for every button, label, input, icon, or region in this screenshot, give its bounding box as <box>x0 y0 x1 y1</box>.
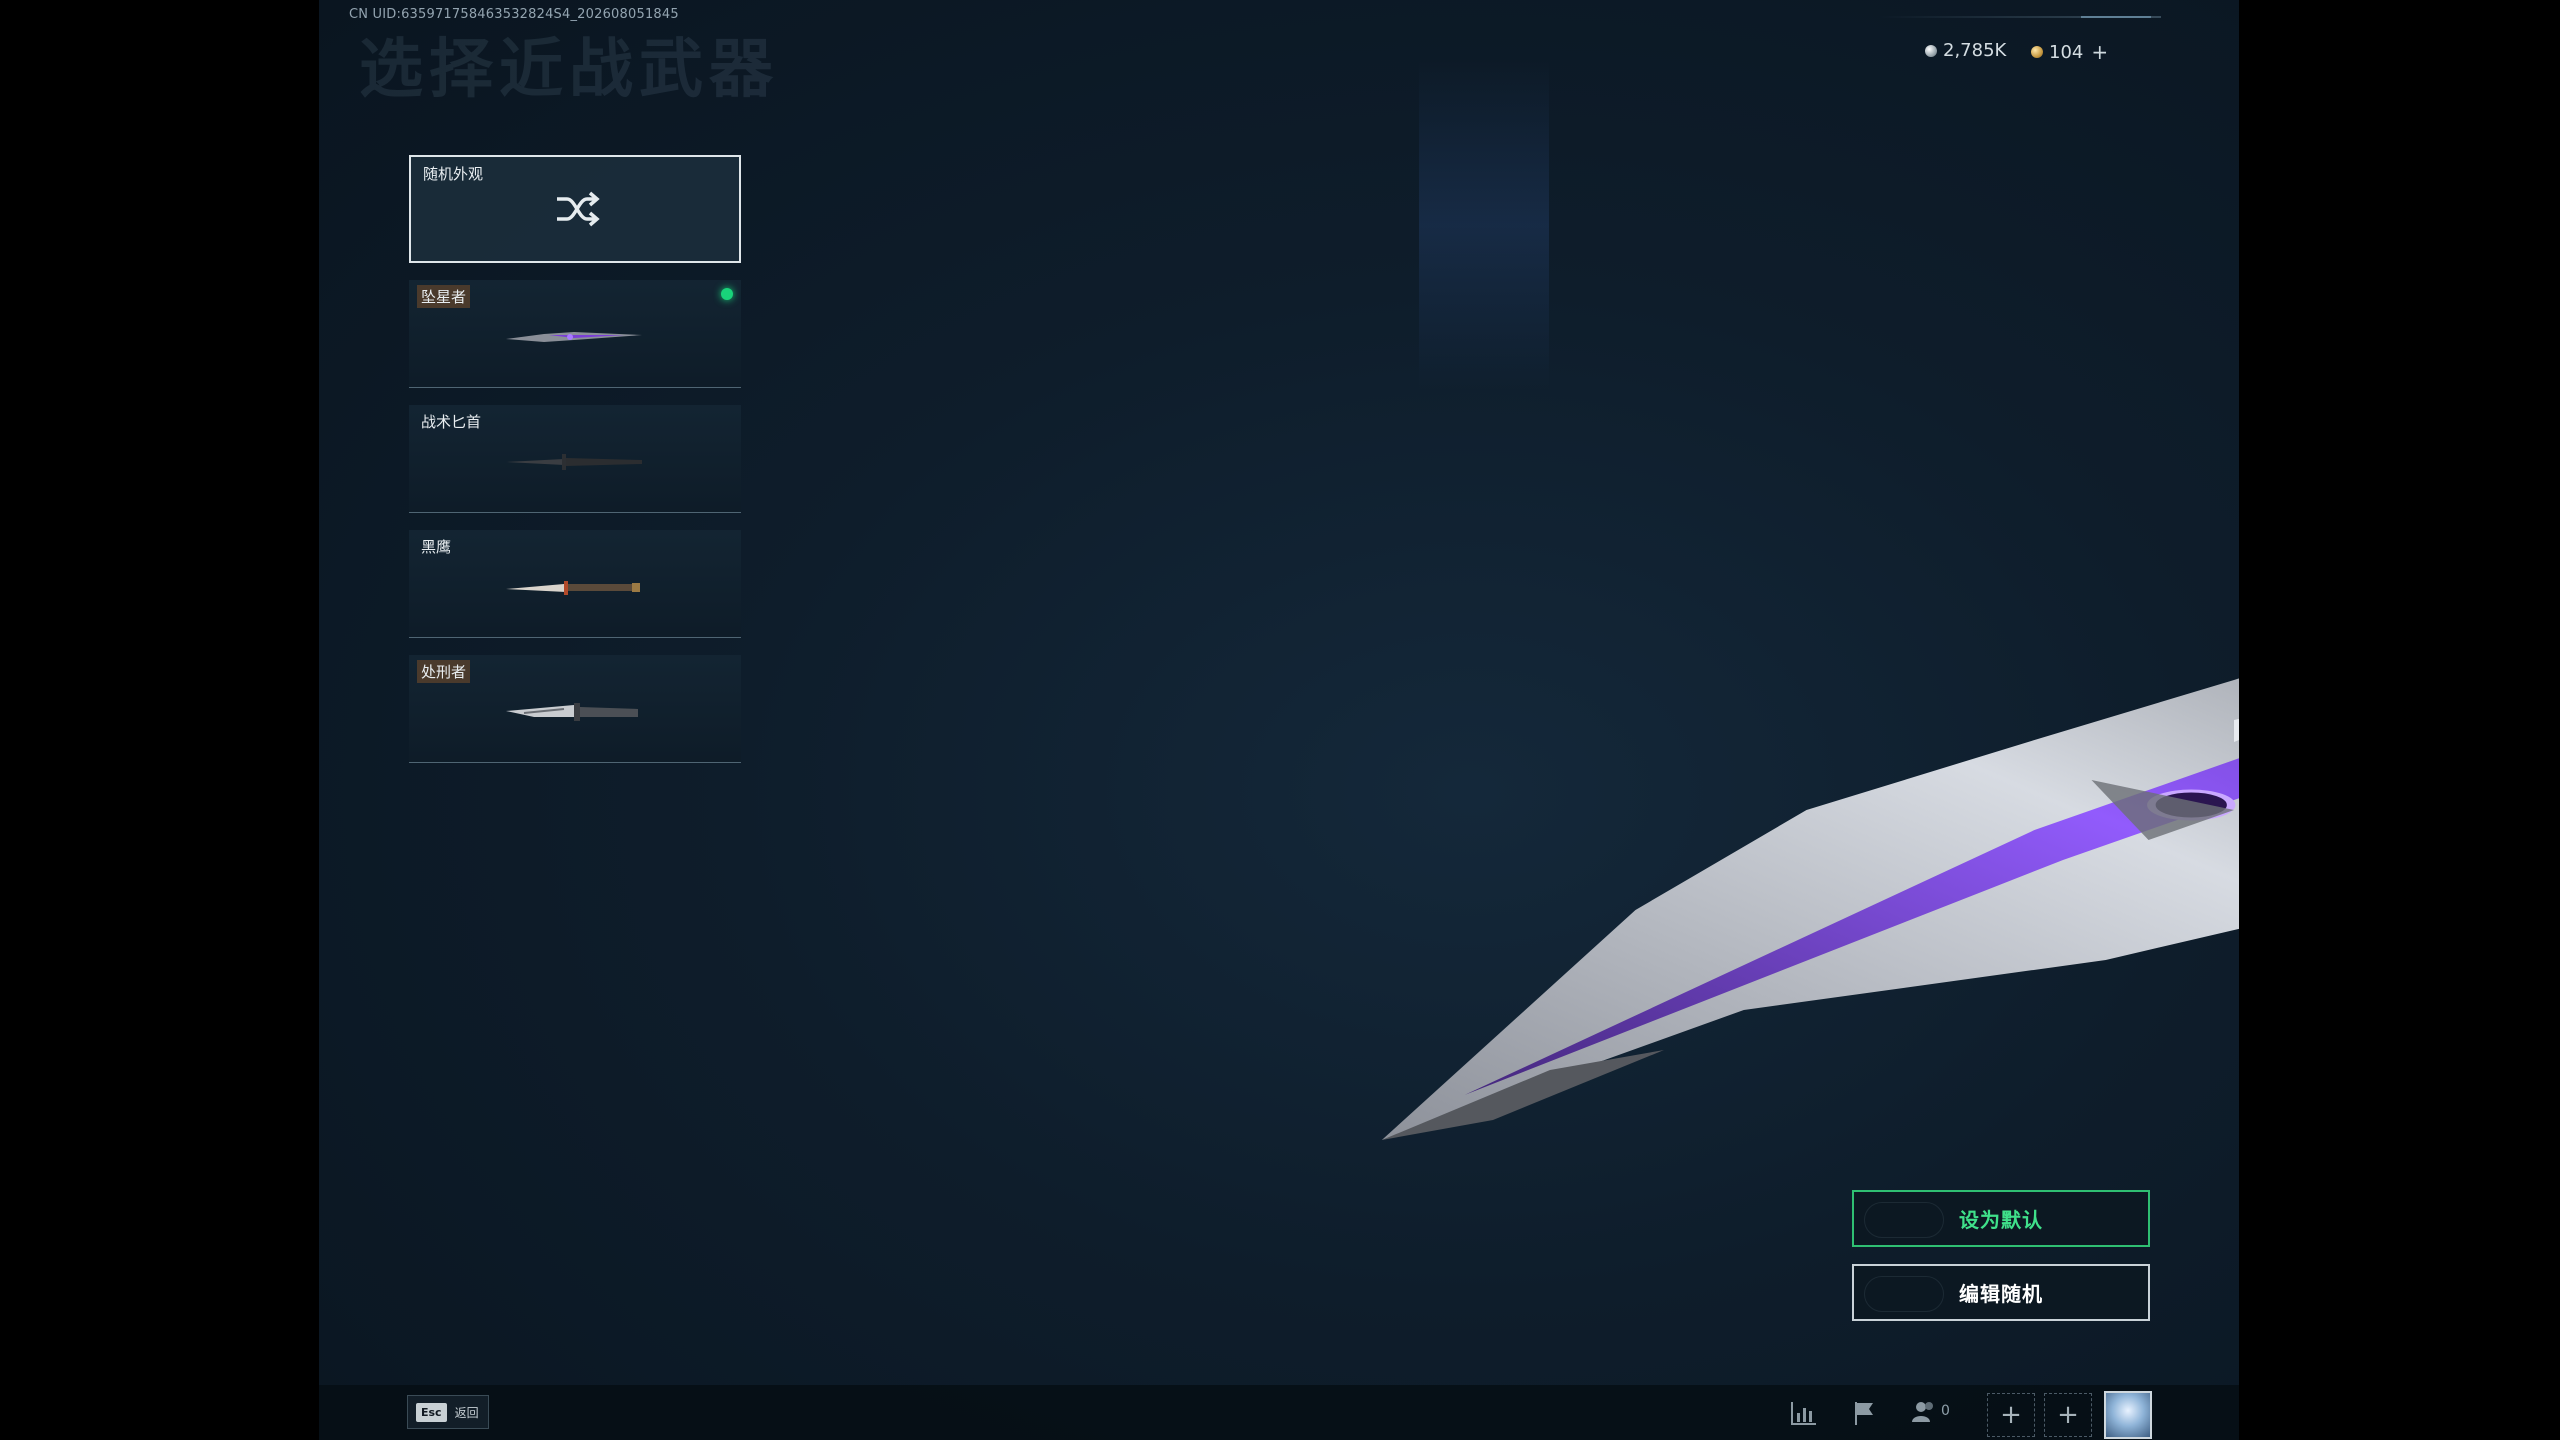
silver-currency: 2,785K <box>1925 40 2006 61</box>
skin-card-label: 黑鹰 <box>421 538 452 556</box>
game-viewport: CN UID:635971758463532824S4_202608051845… <box>319 0 2239 1440</box>
gold-amount: 104 <box>2049 41 2084 63</box>
skin-card-label: 坠星者 <box>417 285 471 308</box>
stats-chart-icon[interactable] <box>1789 1399 1819 1427</box>
avatar[interactable] <box>2104 1391 2152 1439</box>
shuffle-icon <box>557 191 600 227</box>
edit-random-button[interactable]: 编辑随机 <box>1852 1264 2150 1321</box>
skin-card-executioner[interactable]: 处刑者 <box>409 655 741 763</box>
flag-icon[interactable] <box>1849 1399 1879 1427</box>
gold-coin-icon <box>2031 46 2043 58</box>
knife-thumbnail-icon <box>506 454 642 470</box>
skin-card-label: 随机外观 <box>423 165 484 183</box>
currency-divider <box>1879 16 2161 18</box>
page-title: 选择近战武器 <box>359 33 779 107</box>
friends-count: 0 <box>1941 1403 1950 1419</box>
add-currency-button[interactable]: + <box>2091 40 2108 64</box>
weapon-preview-knife <box>1381 678 2239 1140</box>
bottom-bar: Esc 返回 0 + + <box>319 1385 2239 1440</box>
set-default-button[interactable]: 设为默认 <box>1852 1190 2150 1247</box>
knife-thumbnail-icon <box>506 703 638 721</box>
skin-card-tactical-dagger[interactable]: 战术匕首 <box>409 405 741 513</box>
silver-coin-icon <box>1925 44 1937 57</box>
equipped-indicator <box>721 288 733 300</box>
knife-thumbnail-icon <box>506 332 642 342</box>
skin-card-random[interactable]: 随机外观 <box>409 155 741 263</box>
gold-currency[interactable]: 104 + <box>2031 40 2108 64</box>
esc-key-icon: Esc <box>416 1402 447 1422</box>
back-button[interactable]: Esc 返回 <box>407 1395 489 1429</box>
skin-card-label: 战术匕首 <box>421 413 482 431</box>
set-default-label: 设为默认 <box>1959 1208 2043 1232</box>
skin-card-label: 处刑者 <box>417 660 471 683</box>
skin-card-black-hawk[interactable]: 黑鹰 <box>409 530 741 638</box>
back-label: 返回 <box>454 1405 479 1420</box>
friends-icon <box>1912 1402 1933 1422</box>
knife-thumbnail-icon <box>506 581 640 595</box>
silver-amount: 2,785K <box>1943 40 2007 61</box>
friends-indicator[interactable]: 0 <box>1911 1399 1950 1423</box>
background-light-beam <box>1419 60 1549 390</box>
skin-card-star-faller[interactable]: 坠星者 <box>409 280 741 388</box>
party-slot-button[interactable]: + <box>2044 1393 2092 1437</box>
edit-random-label: 编辑随机 <box>1959 1282 2043 1306</box>
skin-list: 随机外观 坠星者 战术匕首 黑鹰 处刑者 <box>409 155 741 780</box>
party-slot-button[interactable]: + <box>1987 1393 2035 1437</box>
